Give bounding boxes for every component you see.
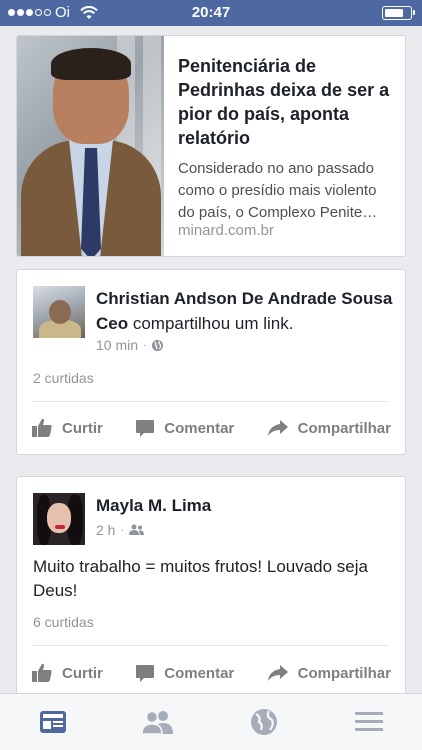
likes-count[interactable]: 2 curtidas <box>33 370 94 386</box>
thumbs-up-icon <box>32 418 52 437</box>
likes-count[interactable]: 6 curtidas <box>33 614 94 630</box>
avatar[interactable] <box>33 286 85 338</box>
post-actions: Curtir Comentar Compartilhar <box>17 663 405 683</box>
post-action-text: compartilhou um link. <box>128 314 294 333</box>
avatar[interactable] <box>33 493 85 545</box>
thumbs-up-icon <box>32 663 52 682</box>
divider <box>33 401 389 402</box>
tab-news-feed[interactable] <box>0 694 106 750</box>
link-preview-card[interactable]: Penitenciária de Pedrinhas deixa de ser … <box>16 35 406 257</box>
feed-post: Mayla M. Lima 2 h · Muito trabalho = mui… <box>16 476 406 706</box>
post-header: Christian Andson De Andrade Sousa Ceo co… <box>96 286 395 336</box>
comment-button[interactable]: Comentar <box>135 663 234 683</box>
post-meta: 2 h · <box>96 522 144 538</box>
feed-post: Christian Andson De Andrade Sousa Ceo co… <box>16 269 406 455</box>
share-icon <box>267 420 288 436</box>
battery-icon <box>382 6 415 20</box>
menu-icon <box>355 712 384 731</box>
globe-icon <box>152 339 164 351</box>
share-button[interactable]: Compartilhar <box>267 418 391 438</box>
globe-icon <box>250 709 277 735</box>
like-button[interactable]: Curtir <box>31 663 103 683</box>
tab-bar <box>0 693 422 750</box>
link-thumbnail[interactable] <box>17 36 164 256</box>
link-domain: minard.com.br <box>178 222 274 239</box>
clock: 20:47 <box>191 4 231 21</box>
share-button[interactable]: Compartilhar <box>267 663 391 683</box>
comment-icon <box>136 419 155 437</box>
share-icon <box>267 665 288 681</box>
status-bar: Oi 20:47 <box>0 0 422 26</box>
link-description: Considerado no ano passado como o presíd… <box>178 160 378 221</box>
post-meta: 10 min · <box>96 337 164 353</box>
tab-notifications[interactable] <box>211 694 317 750</box>
tab-menu[interactable] <box>317 694 422 750</box>
divider <box>33 645 389 646</box>
news-feed-icon <box>39 711 66 733</box>
post-time[interactable]: 2 h <box>96 522 115 538</box>
author-name[interactable]: Mayla M. Lima <box>96 496 211 515</box>
post-time[interactable]: 10 min <box>96 337 138 353</box>
tab-friends[interactable] <box>106 694 212 750</box>
like-button[interactable]: Curtir <box>31 418 103 438</box>
link-title[interactable]: Penitenciária de Pedrinhas deixa de ser … <box>178 54 393 150</box>
comment-icon <box>136 664 155 682</box>
post-header: Mayla M. Lima <box>96 493 395 518</box>
post-actions: Curtir Comentar Compartilhar <box>17 418 405 438</box>
comment-button[interactable]: Comentar <box>135 418 234 438</box>
friends-icon <box>141 710 174 735</box>
post-text: Muito trabalho = muitos frutos! Louvado … <box>33 557 368 600</box>
friends-icon <box>128 524 144 535</box>
